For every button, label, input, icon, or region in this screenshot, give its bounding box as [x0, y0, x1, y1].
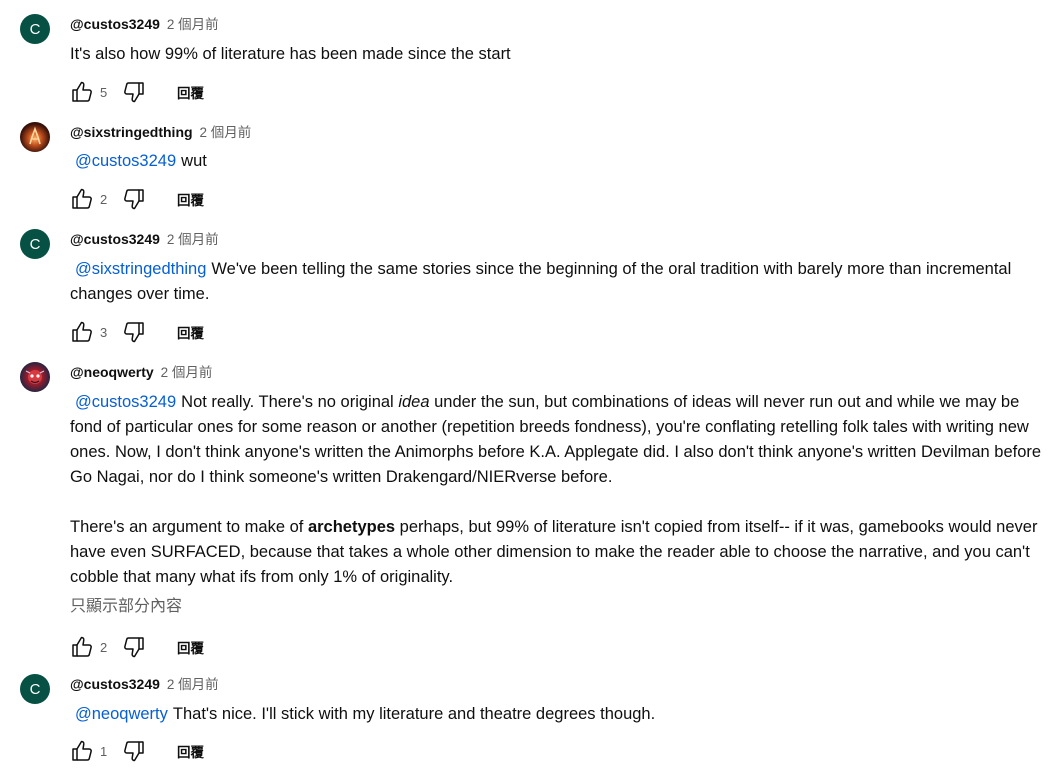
like-count: 5: [100, 84, 108, 100]
thumbs-up-icon: [72, 636, 92, 657]
avatar[interactable]: [20, 122, 50, 152]
comment-header: @custos3249 2 個月前: [70, 674, 1050, 694]
comment-body: @custos3249 2 個月前 @sixstringedthing We've…: [70, 229, 1050, 345]
comment-header: @sixstringedthing 2 個月前: [70, 122, 1050, 142]
like-button[interactable]: [70, 739, 94, 763]
reply-button[interactable]: 回覆: [177, 189, 204, 209]
thumbs-down-icon: [124, 189, 144, 210]
comment-text: @custos3249 Not really. There's no origin…: [70, 390, 1050, 590]
reply-button[interactable]: 回覆: [177, 741, 204, 761]
timestamp[interactable]: 2 個月前: [167, 17, 219, 32]
comment-text: It's also how 99% of literature has been…: [70, 42, 1050, 67]
comment-header: @neoqwerty 2 個月前: [70, 362, 1050, 382]
avatar[interactable]: [20, 362, 50, 392]
like-count: 2: [100, 639, 108, 655]
comment-text: @sixstringedthing We've been telling the …: [70, 257, 1050, 307]
dislike-button[interactable]: [122, 80, 146, 104]
mention-link[interactable]: @neoqwerty: [75, 705, 168, 723]
avatar[interactable]: C: [20, 14, 50, 44]
comment-text: @neoqwerty That's nice. I'll stick with m…: [70, 702, 1050, 727]
comment-text-content: That's nice. I'll stick with my literatu…: [172, 705, 656, 723]
author-name[interactable]: @custos3249: [70, 231, 160, 247]
comment-paragraph: There's an argument to make of archetype…: [70, 515, 1050, 590]
comment-text: @custos3249 wut: [70, 149, 1050, 174]
like-button[interactable]: [70, 635, 94, 659]
comment-text-content: wut: [181, 152, 207, 170]
dislike-button[interactable]: [122, 187, 146, 211]
bold-text: archetypes: [307, 518, 396, 536]
timestamp[interactable]: 2 個月前: [199, 125, 251, 140]
comment-actions: 1 回覆: [70, 738, 1050, 764]
comment-body: @custos3249 2 個月前 @neoqwerty That's nice.…: [70, 674, 1050, 764]
comment-header: @custos3249 2 個月前: [70, 14, 1050, 34]
comment-actions: 2 回覆: [70, 186, 1050, 212]
comment-text-content: We've been telling the same stories sinc…: [70, 260, 1012, 303]
timestamp[interactable]: 2 個月前: [161, 365, 213, 380]
comment-header: @custos3249 2 個月前: [70, 229, 1050, 249]
thumbs-up-icon: [72, 81, 92, 102]
avatar[interactable]: C: [20, 229, 50, 259]
reply-button[interactable]: 回覆: [177, 82, 204, 102]
mention-link[interactable]: @custos3249: [75, 152, 176, 170]
comment-paragraph: @custos3249 Not really. There's no origin…: [70, 390, 1050, 490]
author-name[interactable]: @sixstringedthing: [70, 124, 193, 140]
mention-link[interactable]: @sixstringedthing: [75, 260, 206, 278]
like-count: 1: [100, 743, 108, 759]
comment-text-segment: There's an argument to make of: [70, 518, 308, 536]
dislike-button[interactable]: [122, 320, 146, 344]
like-count: 2: [100, 191, 108, 207]
thumbs-down-icon: [124, 741, 144, 762]
comment-actions: 3 回覆: [70, 319, 1050, 345]
author-name[interactable]: @custos3249: [70, 676, 160, 692]
comment-text-segment: Not really. There's no original: [181, 393, 399, 411]
comment-thread: C @custos3249 2 個月前 It's also how 99% of…: [0, 0, 1064, 773]
like-button[interactable]: [70, 187, 94, 211]
avatar-image: [29, 126, 41, 145]
like-button[interactable]: [70, 80, 94, 104]
author-name[interactable]: @custos3249: [70, 16, 160, 32]
comment-text-content: It's also how 99% of literature has been…: [70, 45, 511, 63]
thumbs-up-icon: [72, 321, 92, 342]
thumbs-down-icon: [124, 322, 144, 343]
comment-actions: 2 回覆: [70, 634, 1050, 660]
thumbs-down-icon: [124, 82, 144, 103]
thumbs-up-icon: [72, 188, 92, 209]
comment-body: @sixstringedthing 2 個月前 @custos3249 wut 2: [70, 122, 1050, 212]
thumbs-up-icon: [72, 740, 92, 761]
comment-body: @neoqwerty 2 個月前 @custos3249 Not really. …: [70, 362, 1050, 660]
comment-body: @custos3249 2 個月前 It's also how 99% of l…: [70, 14, 1050, 105]
avatar[interactable]: C: [20, 674, 50, 704]
mention-link[interactable]: @custos3249: [75, 393, 176, 411]
dislike-button[interactable]: [122, 739, 146, 763]
avatar-image: [25, 370, 45, 384]
timestamp[interactable]: 2 個月前: [167, 677, 219, 692]
thumbs-down-icon: [124, 637, 144, 658]
timestamp[interactable]: 2 個月前: [167, 232, 219, 247]
show-less-link[interactable]: 只顯示部分內容: [70, 596, 1050, 618]
emphasis-text: idea: [398, 393, 430, 411]
like-button[interactable]: [70, 320, 94, 344]
like-count: 3: [100, 324, 108, 340]
reply-button[interactable]: 回覆: [177, 322, 204, 342]
author-name[interactable]: @neoqwerty: [70, 364, 154, 380]
comment-actions: 5 回覆: [70, 79, 1050, 105]
dislike-button[interactable]: [122, 635, 146, 659]
reply-button[interactable]: 回覆: [177, 637, 204, 657]
